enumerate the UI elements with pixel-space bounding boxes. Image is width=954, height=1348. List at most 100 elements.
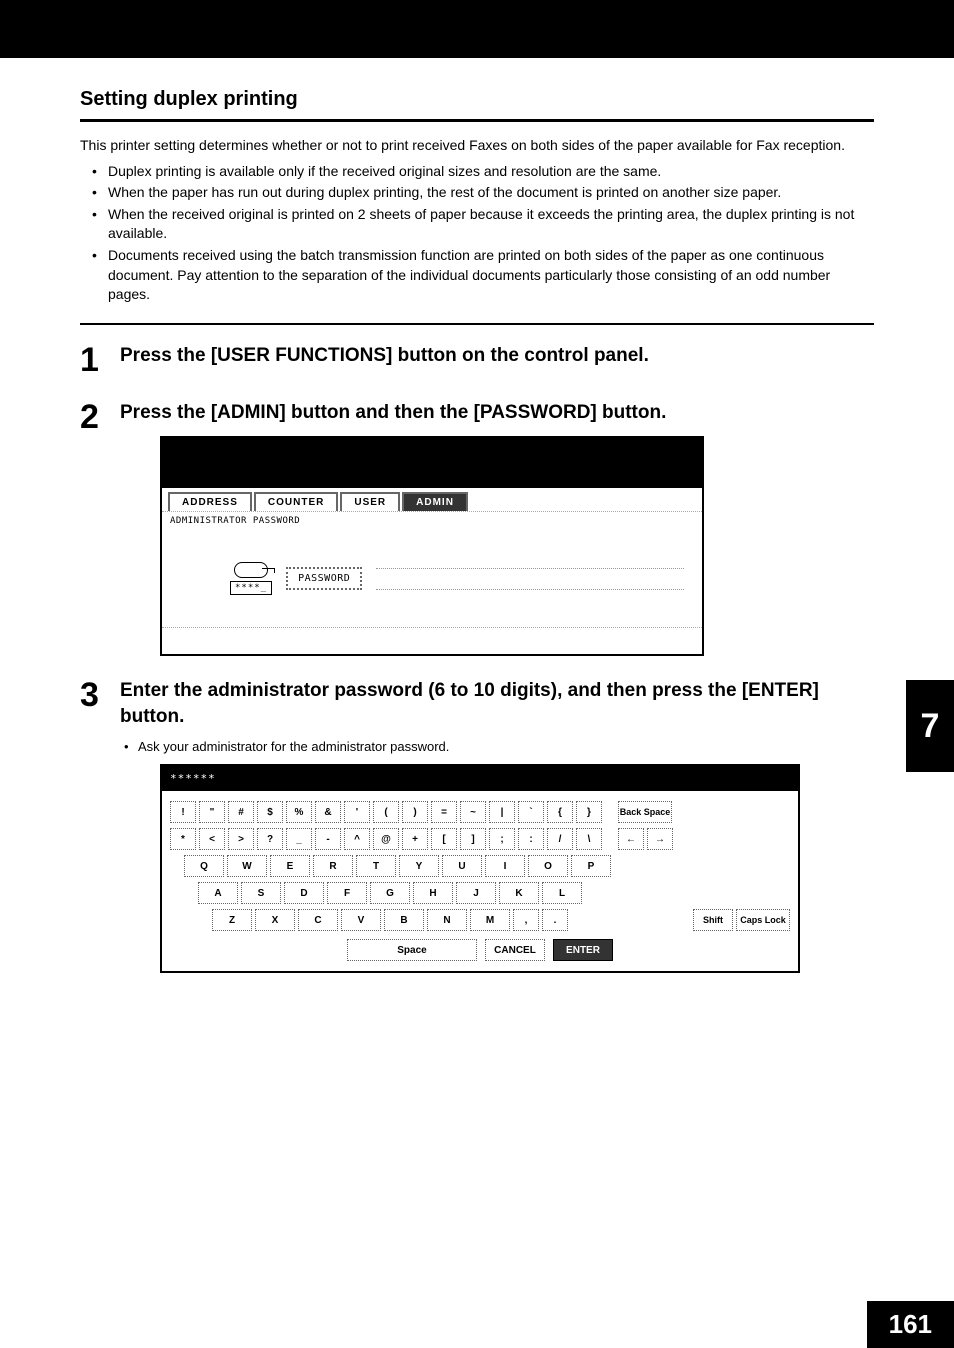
key-i[interactable]: I [485, 855, 525, 877]
key-y[interactable]: Y [399, 855, 439, 877]
key-s[interactable]: S [241, 882, 281, 904]
step-note: Ask your administrator for the administr… [120, 739, 874, 754]
ui-panel-bottom [162, 628, 702, 654]
step-body: Press the [ADMIN] button and then the [P… [120, 400, 874, 656]
step-title: Enter the administrator password (6 to 1… [120, 678, 874, 729]
key-plus[interactable]: + [402, 828, 428, 850]
key-question[interactable]: ? [257, 828, 283, 850]
key-lt[interactable]: < [199, 828, 225, 850]
key-r[interactable]: R [313, 855, 353, 877]
key-equal[interactable]: = [431, 801, 457, 823]
bullet-item: When the received original is printed on… [80, 205, 874, 244]
key-at[interactable]: @ [373, 828, 399, 850]
key-backtick[interactable]: ` [518, 801, 544, 823]
password-mask: ****_ [230, 581, 272, 595]
key-f[interactable]: F [327, 882, 367, 904]
key-caret[interactable]: ^ [344, 828, 370, 850]
key-asterisk[interactable]: * [170, 828, 196, 850]
step-body: Enter the administrator password (6 to 1… [120, 678, 874, 973]
key-t[interactable]: T [356, 855, 396, 877]
key-backspace[interactable]: Back Space [618, 801, 672, 823]
key-amp[interactable]: & [315, 801, 341, 823]
key-w[interactable]: W [227, 855, 267, 877]
step-title: Press the [ADMIN] button and then the [P… [120, 400, 874, 426]
key-pipe[interactable]: | [489, 801, 515, 823]
key-lbracket[interactable]: [ [431, 828, 457, 850]
step-number: 3 [80, 678, 106, 712]
keyboard-row-3: Q W E R T Y U I O P [170, 855, 790, 877]
key-backslash[interactable]: \ [576, 828, 602, 850]
key-e[interactable]: E [270, 855, 310, 877]
key-m[interactable]: M [470, 909, 510, 931]
key-colon[interactable]: : [518, 828, 544, 850]
key-percent[interactable]: % [286, 801, 312, 823]
key-g[interactable]: G [370, 882, 410, 904]
key-exclaim[interactable]: ! [170, 801, 196, 823]
key-q[interactable]: Q [184, 855, 224, 877]
password-row: ****_ PASSWORD [162, 530, 702, 628]
key-dollar[interactable]: $ [257, 801, 283, 823]
step-divider [80, 323, 874, 325]
key-quote[interactable]: " [199, 801, 225, 823]
key-p[interactable]: P [571, 855, 611, 877]
key-rbrace[interactable]: } [576, 801, 602, 823]
key-icon [234, 562, 268, 578]
tab-row: ADDRESS COUNTER USER ADMIN [162, 488, 702, 512]
key-shift[interactable]: Shift [693, 909, 733, 931]
key-z[interactable]: Z [212, 909, 252, 931]
key-x[interactable]: X [255, 909, 295, 931]
spacer [605, 828, 615, 850]
key-hash[interactable]: # [228, 801, 254, 823]
key-period[interactable]: . [542, 909, 568, 931]
section-title: Setting duplex printing [80, 88, 874, 111]
password-button[interactable]: PASSWORD [286, 567, 362, 590]
chapter-tab: 7 [906, 680, 954, 772]
step-title: Press the [USER FUNCTIONS] button on the… [120, 343, 874, 369]
tab-counter[interactable]: COUNTER [254, 492, 338, 511]
password-field[interactable] [376, 568, 684, 590]
key-h[interactable]: H [413, 882, 453, 904]
top-header-bar [0, 0, 954, 58]
key-rbracket[interactable]: ] [460, 828, 486, 850]
bullet-item: Duplex printing is available only if the… [80, 162, 874, 182]
keyboard-body: ! " # $ % & ' ( ) = ~ | ` [162, 791, 798, 971]
screenshot-keyboard: ****** ! " # $ % & ' ( ) = [160, 764, 874, 973]
key-u[interactable]: U [442, 855, 482, 877]
step-1: 1 Press the [USER FUNCTIONS] button on t… [80, 343, 874, 379]
key-l[interactable]: L [542, 882, 582, 904]
key-a[interactable]: A [198, 882, 238, 904]
title-underline [80, 119, 874, 122]
admin-password-label: ADMINISTRATOR PASSWORD [162, 512, 702, 530]
key-o[interactable]: O [528, 855, 568, 877]
key-j[interactable]: J [456, 882, 496, 904]
key-arrow-right[interactable]: → [647, 828, 673, 850]
tab-user[interactable]: USER [340, 492, 400, 511]
key-comma[interactable]: , [513, 909, 539, 931]
key-space[interactable]: Space [347, 939, 477, 961]
page-number: 161 [867, 1301, 954, 1348]
key-underscore[interactable]: _ [286, 828, 312, 850]
key-v[interactable]: V [341, 909, 381, 931]
tab-admin[interactable]: ADMIN [402, 492, 468, 511]
key-slash[interactable]: / [547, 828, 573, 850]
enter-button[interactable]: ENTER [553, 939, 613, 961]
key-minus[interactable]: - [315, 828, 341, 850]
key-k[interactable]: K [499, 882, 539, 904]
key-b[interactable]: B [384, 909, 424, 931]
key-tilde[interactable]: ~ [460, 801, 486, 823]
key-gt[interactable]: > [228, 828, 254, 850]
key-rparen[interactable]: ) [402, 801, 428, 823]
key-c[interactable]: C [298, 909, 338, 931]
tab-address[interactable]: ADDRESS [168, 492, 252, 511]
bullet-list: Duplex printing is available only if the… [80, 162, 874, 305]
key-n[interactable]: N [427, 909, 467, 931]
key-semicolon[interactable]: ; [489, 828, 515, 850]
key-lbrace[interactable]: { [547, 801, 573, 823]
step-number: 2 [80, 400, 106, 434]
key-capslock[interactable]: Caps Lock [736, 909, 790, 931]
key-apos[interactable]: ' [344, 801, 370, 823]
key-lparen[interactable]: ( [373, 801, 399, 823]
key-arrow-left[interactable]: ← [618, 828, 644, 850]
cancel-button[interactable]: CANCEL [485, 939, 545, 961]
key-d[interactable]: D [284, 882, 324, 904]
